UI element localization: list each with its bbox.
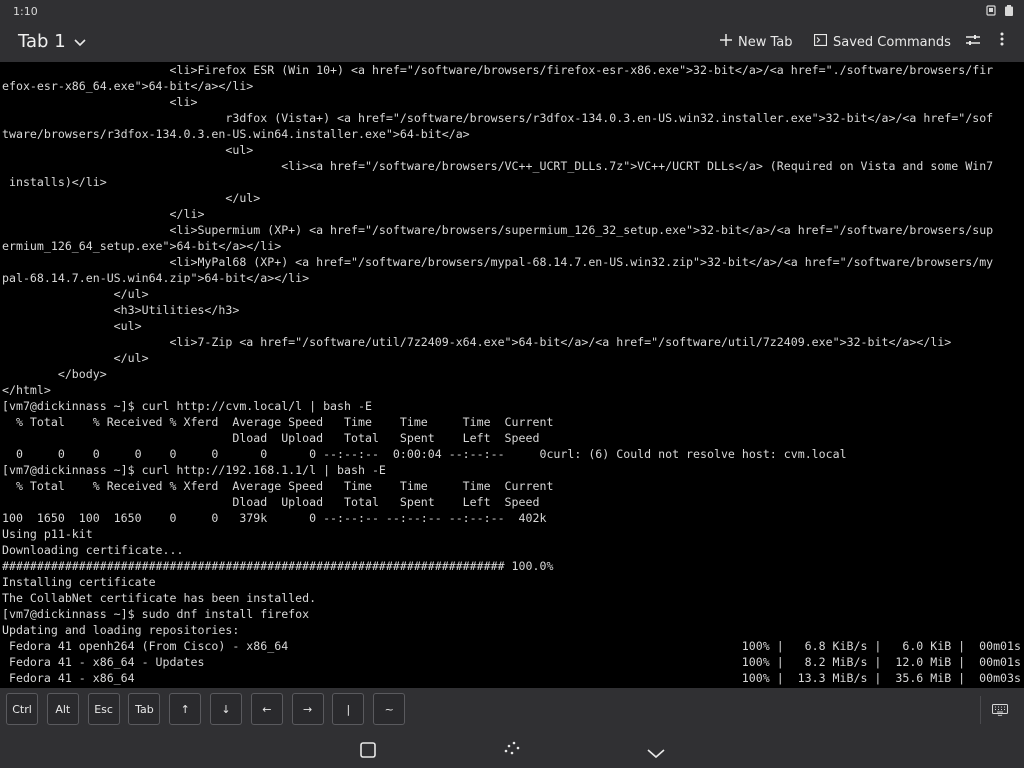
chevron-down-icon	[74, 31, 86, 52]
home-button[interactable]	[503, 740, 521, 760]
terminal-line: Updating and loading repositories:	[2, 623, 240, 637]
navigation-bar	[0, 730, 1024, 768]
terminal-line: Installing certificate	[2, 575, 156, 589]
terminal-line: <li>MyPal68 (XP+) <a href="/software/bro…	[2, 255, 994, 269]
terminal-line: ermium_126_64_setup.exe">64-bit</a></li>	[2, 239, 282, 253]
terminal-view[interactable]: <li>Firefox ESR (Win 10+) <a href="/soft…	[0, 62, 1024, 688]
terminal-line: <li>	[2, 95, 198, 109]
repo-name: Fedora 41 openh264 (From Cisco) - x86_64	[2, 639, 289, 653]
settings-button[interactable]	[966, 33, 980, 51]
terminal-line: pal-68.14.7.en-US.win64.zip">64-bit</a><…	[2, 271, 310, 285]
repo-name: Fedora 41 - x86_64 - Updates	[2, 655, 205, 669]
terminal-line: [vm7@dickinnass ~]$ curl http://192.168.…	[2, 463, 386, 477]
terminal-line: </html>	[2, 383, 51, 397]
key-arrow-right[interactable]: →	[291, 693, 324, 725]
repo-progress-line: Fedora 41 openh264 (From Cisco) - x86_64…	[2, 638, 1024, 654]
terminal-line: </ul>	[2, 191, 261, 205]
keyboard-icon	[992, 701, 1008, 720]
key-arrow-down[interactable]: ↓	[210, 693, 242, 725]
terminal-line: <li>Firefox ESR (Win 10+) <a href="/soft…	[2, 63, 994, 77]
terminal-line: </ul>	[2, 351, 149, 365]
terminal-line: </body>	[2, 367, 107, 381]
terminal-line: 100 1650 100 1650 0 0 379k 0 --:--:-- --…	[2, 511, 547, 525]
square-icon	[360, 742, 376, 762]
repo-progress-line: Fedora 41 - x86_64 100% | 13.3 MiB/s | 35…	[2, 670, 1024, 686]
status-bar: 1:10	[0, 0, 1024, 24]
terminal-line: </li>	[2, 207, 205, 221]
back-button[interactable]	[647, 744, 665, 763]
battery-icon	[1004, 5, 1014, 16]
repo-stats: 100% | 8.2 MiB/s | 12.0 MiB | 00m01s	[741, 655, 1021, 669]
terminal-line: Downloading certificate...	[2, 543, 184, 557]
terminal-line: % Total % Received % Xferd Average Speed…	[2, 479, 554, 493]
terminal-icon	[813, 33, 828, 50]
divider	[980, 696, 981, 724]
recents-button[interactable]	[360, 742, 376, 762]
extra-keys-bar: Ctrl Alt Esc Tab ↑ ↓ ← → | ~	[0, 690, 1024, 730]
repo-progress-line: Fedora 41 - x86_64 - Updates 100% | 8.2 M…	[2, 654, 1024, 670]
new-tab-label: New Tab	[738, 34, 793, 50]
status-time: 1:10	[13, 5, 38, 18]
terminal-line: tware/browsers/r3dfox-134.0.3.en-US.win6…	[2, 127, 470, 141]
terminal-line: <li>Supermium (XP+) <a href="/software/b…	[2, 223, 994, 237]
toolbar: Tab 1 New Tab Saved Commands	[0, 24, 1024, 62]
tab-selector[interactable]: Tab 1	[18, 31, 86, 52]
terminal-line: Dload Upload Total Spent Left Speed	[2, 431, 540, 445]
key-pipe[interactable]: |	[332, 693, 365, 725]
menu-button[interactable]	[1000, 32, 1004, 50]
saved-commands-label: Saved Commands	[833, 34, 951, 50]
repo-stats: 100% | 6.8 KiB/s | 6.0 KiB | 00m01s	[741, 639, 1021, 653]
key-esc[interactable]: Esc	[87, 693, 120, 725]
key-tilde[interactable]: ~	[373, 693, 406, 725]
status-icons	[986, 5, 1014, 16]
terminal-output: <li>Firefox ESR (Win 10+) <a href="/soft…	[0, 62, 1024, 686]
key-alt[interactable]: Alt	[46, 693, 79, 725]
repo-stats: 100% | 13.3 MiB/s | 35.6 MiB | 00m03s	[741, 671, 1021, 685]
terminal-line: efox-esr-x86_64.exe">64-bit</a></li>	[2, 79, 254, 93]
terminal-line: ########################################…	[2, 559, 554, 573]
key-tab[interactable]: Tab	[128, 693, 161, 725]
screenshot-icon	[986, 5, 996, 16]
terminal-line: <li><a href="/software/browsers/VC++_UCR…	[2, 159, 994, 173]
repo-name: Fedora 41 - x86_64	[2, 671, 135, 685]
key-arrow-left[interactable]: ←	[250, 693, 283, 725]
terminal-line: Using p11-kit	[2, 527, 93, 541]
terminal-line: <ul>	[2, 143, 254, 157]
saved-commands-button[interactable]: Saved Commands	[813, 33, 951, 50]
terminal-line: The CollabNet certificate has been insta…	[2, 591, 317, 605]
keyboard-toggle-button[interactable]	[992, 701, 1008, 720]
home-dots-icon	[503, 741, 521, 760]
terminal-line: Dload Upload Total Spent Left Speed	[2, 495, 540, 509]
terminal-line: [vm7@dickinnass ~]$ sudo dnf install fir…	[2, 607, 310, 621]
tab-title: Tab 1	[18, 31, 66, 52]
sliders-icon	[966, 33, 980, 51]
key-ctrl[interactable]: Ctrl	[6, 693, 38, 725]
terminal-line: </ul>	[2, 287, 149, 301]
terminal-line: [vm7@dickinnass ~]$ curl http://cvm.loca…	[2, 399, 372, 413]
new-tab-button[interactable]: New Tab	[720, 34, 793, 50]
key-arrow-up[interactable]: ↑	[169, 693, 202, 725]
plus-icon	[720, 34, 732, 50]
chevron-down-icon	[647, 744, 665, 763]
terminal-line: installs)</li>	[2, 175, 107, 189]
terminal-line: 0 0 0 0 0 0 0 0 --:--:-- 0:00:04 --:--:-…	[2, 447, 847, 461]
terminal-line: r3dfox (Vista+) <a href="/software/brows…	[2, 111, 994, 125]
more-vertical-icon	[1000, 32, 1004, 50]
terminal-line: <ul>	[2, 319, 142, 333]
terminal-line: <li>7-Zip <a href="/software/util/7z2409…	[2, 335, 952, 349]
terminal-line: % Total % Received % Xferd Average Speed…	[2, 415, 554, 429]
terminal-line: <h3>Utilities</h3>	[2, 303, 240, 317]
